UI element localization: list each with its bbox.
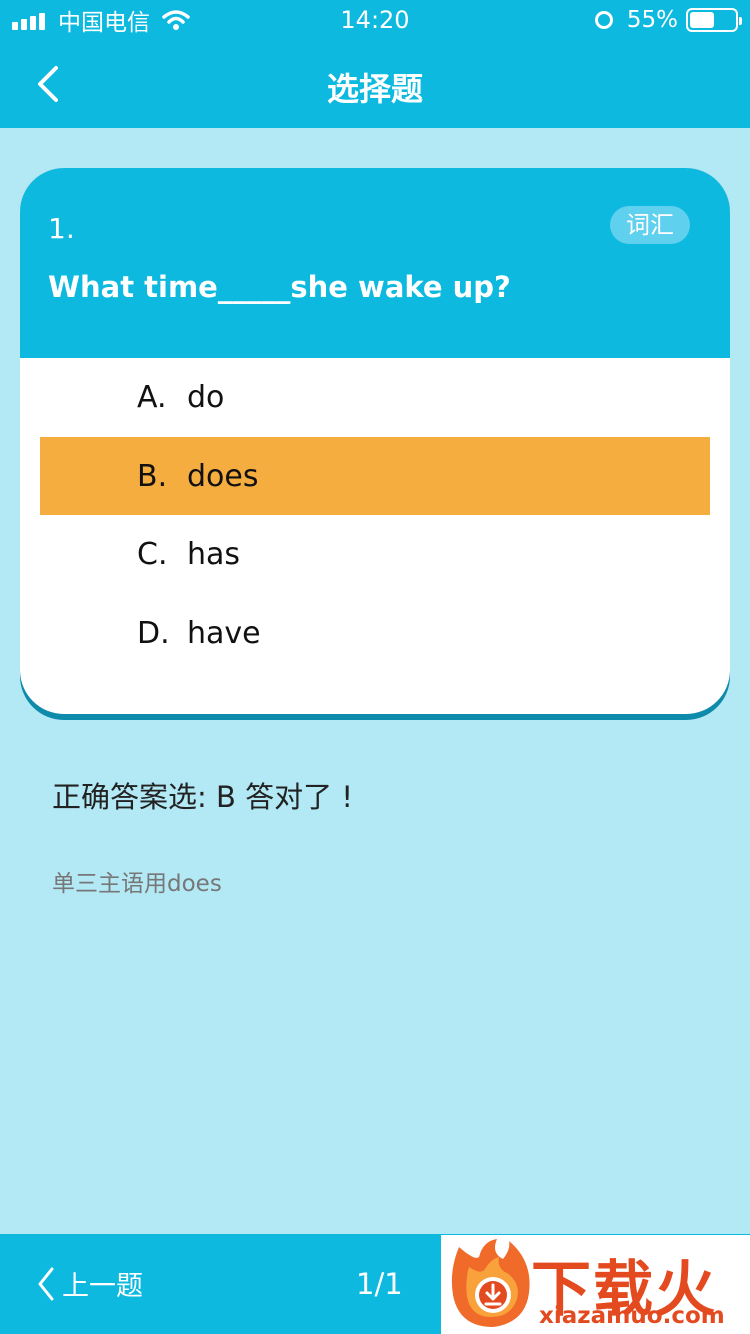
option-letter: B. <box>137 458 168 494</box>
page-indicator: 1/1 <box>356 1267 403 1301</box>
option-a[interactable]: A. do <box>40 358 710 436</box>
chevron-left-icon <box>38 1267 54 1300</box>
option-b[interactable]: B. does <box>40 437 710 515</box>
battery-fill <box>690 12 714 28</box>
option-text: do <box>187 379 225 415</box>
option-letter: A. <box>137 379 167 415</box>
answer-result: 正确答案选: B 答对了 ! <box>52 780 353 814</box>
alarm-icon <box>594 11 613 29</box>
status-right: 55% <box>594 6 742 34</box>
option-text: has <box>187 536 241 572</box>
question-card: 1. 词汇 What time_____she wake up? A. do B… <box>20 168 730 720</box>
nav-bar: 选择题 <box>0 40 750 128</box>
question-text: What time_____she wake up? <box>48 270 511 304</box>
question-number: 1. <box>48 212 75 245</box>
question-tag-badge: 词汇 <box>610 206 690 244</box>
battery-icon <box>686 8 742 32</box>
status-bar: 中国电信 14:20 55% <box>0 0 750 40</box>
prev-question-label: 上一题 <box>62 1271 143 1302</box>
page-title: 选择题 <box>326 70 423 108</box>
answer-explanation: 单三主语用does <box>52 871 222 897</box>
option-d[interactable]: D. have <box>40 594 710 672</box>
option-c[interactable]: C. has <box>40 515 710 593</box>
option-text: have <box>187 615 261 651</box>
prev-question-button[interactable]: 上一题 <box>36 1264 143 1303</box>
watermark-url: xiazaihuo.com <box>539 1303 725 1329</box>
option-letter: C. <box>137 536 168 572</box>
watermark: 下载火 xiazaihuo.com <box>441 1235 750 1334</box>
option-letter: D. <box>137 615 170 651</box>
question-header: 1. 词汇 What time_____she wake up? <box>20 168 730 358</box>
flame-logo-icon <box>451 1239 530 1327</box>
option-text: does <box>187 458 259 494</box>
question-card-body: 1. 词汇 What time_____she wake up? A. do B… <box>20 168 730 714</box>
battery-percent: 55% <box>626 7 678 33</box>
